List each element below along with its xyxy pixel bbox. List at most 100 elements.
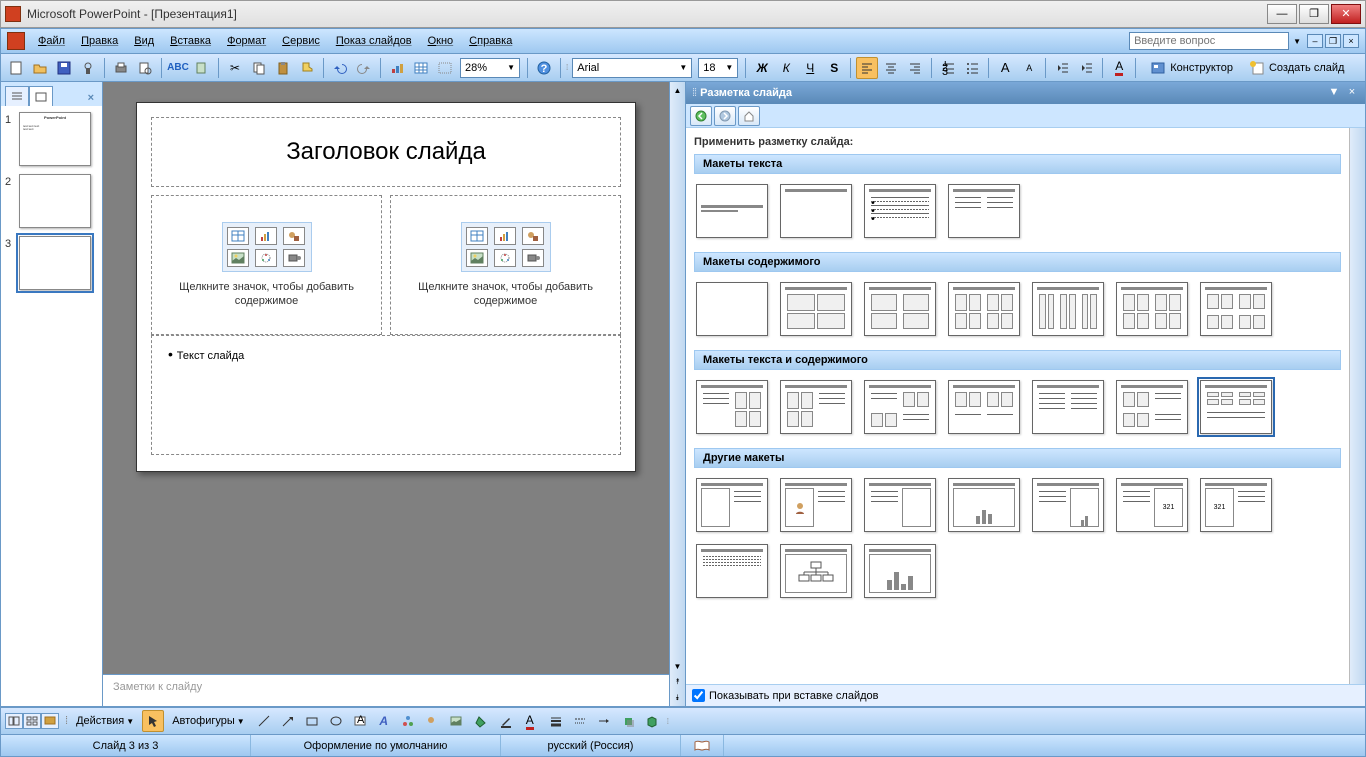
arrow-icon[interactable] (277, 710, 299, 732)
next-slide-icon[interactable]: ⯯ (670, 690, 685, 706)
decrease-font-icon[interactable]: A (1018, 57, 1040, 79)
layout-item[interactable] (948, 478, 1020, 532)
layout-item[interactable] (1116, 282, 1188, 336)
increase-font-icon[interactable]: A (994, 57, 1016, 79)
nav-back-icon[interactable] (690, 106, 712, 126)
arrow-style-icon[interactable] (593, 710, 615, 732)
menu-window[interactable]: Окно (421, 33, 461, 49)
layout-item[interactable] (780, 544, 852, 598)
new-slide-button[interactable]: Создать слайд (1242, 57, 1351, 79)
bold-icon[interactable]: Ж (751, 57, 773, 79)
insert-diagram-icon[interactable] (255, 249, 277, 267)
layout-item[interactable] (780, 184, 852, 238)
slide-thumbnail[interactable] (19, 174, 91, 228)
layout-item[interactable] (1116, 380, 1188, 434)
scroll-down-icon[interactable]: ▼ (670, 658, 685, 674)
dash-style-icon[interactable] (569, 710, 591, 732)
fill-color-icon[interactable] (471, 710, 493, 732)
menu-help[interactable]: Справка (462, 33, 519, 49)
close-button[interactable]: ✕ (1331, 4, 1361, 24)
insert-table-icon[interactable] (227, 227, 249, 245)
wordart-icon[interactable]: A (373, 710, 395, 732)
layout-item[interactable] (696, 380, 768, 434)
layout-item[interactable] (696, 478, 768, 532)
picture-icon[interactable] (445, 710, 467, 732)
increase-indent-icon[interactable] (1075, 57, 1097, 79)
open-file-icon[interactable] (29, 57, 51, 79)
select-arrow-icon[interactable] (142, 710, 164, 732)
align-left-icon[interactable] (856, 57, 878, 79)
autoshapes-menu[interactable]: Автофигуры ▼ (166, 713, 251, 729)
content-placeholder-left[interactable]: Щелкните значок, чтобы добавить содержим… (151, 195, 382, 335)
rectangle-icon[interactable] (301, 710, 323, 732)
grip-icon[interactable]: ⁞⁞ (692, 87, 696, 99)
line-style-icon[interactable] (545, 710, 567, 732)
text-placeholder[interactable]: • Текст слайда (151, 335, 621, 455)
spellcheck-icon[interactable]: ABC (167, 57, 189, 79)
current-slide[interactable]: Заголовок слайда Щелкните значок, чтобы … (136, 102, 636, 472)
copy-icon[interactable] (248, 57, 270, 79)
save-icon[interactable] (53, 57, 75, 79)
layout-item[interactable] (1200, 380, 1272, 434)
layout-item[interactable] (864, 478, 936, 532)
scroll-up-icon[interactable]: ▲ (670, 82, 685, 98)
status-book-icon[interactable] (681, 735, 724, 756)
minimize-button[interactable]: — (1267, 4, 1297, 24)
redo-icon[interactable] (353, 57, 375, 79)
align-center-icon[interactable] (880, 57, 902, 79)
font-color-draw-icon[interactable]: A (519, 710, 541, 732)
zoom-combo[interactable]: 28%▼ (460, 58, 520, 78)
insert-chart-icon[interactable] (494, 227, 516, 245)
underline-icon[interactable]: Ч (799, 57, 821, 79)
layout-item[interactable] (864, 544, 936, 598)
menu-tools[interactable]: Сервис (275, 33, 327, 49)
panel-close-icon[interactable]: × (84, 90, 98, 106)
mdi-minimize-button[interactable]: – (1307, 34, 1323, 48)
layout-item[interactable] (696, 544, 768, 598)
nav-home-icon[interactable] (738, 106, 760, 126)
sorter-view-icon[interactable] (23, 713, 41, 729)
permission-icon[interactable] (77, 57, 99, 79)
format-painter-icon[interactable] (296, 57, 318, 79)
prev-slide-icon[interactable]: ⯭ (670, 674, 685, 690)
tables-borders-icon[interactable] (434, 57, 456, 79)
mdi-restore-button[interactable]: ❐ (1325, 34, 1341, 48)
research-icon[interactable] (191, 57, 213, 79)
table-icon[interactable] (410, 57, 432, 79)
layout-item[interactable] (780, 478, 852, 532)
insert-picture-icon[interactable] (227, 249, 249, 267)
insert-media-icon[interactable] (283, 249, 305, 267)
decrease-indent-icon[interactable] (1051, 57, 1073, 79)
layout-item[interactable] (948, 184, 1020, 238)
menu-edit[interactable]: Правка (74, 33, 125, 49)
help-search-input[interactable] (1129, 32, 1289, 50)
layout-item[interactable] (780, 282, 852, 336)
layout-item[interactable] (948, 380, 1020, 434)
new-file-icon[interactable] (5, 57, 27, 79)
menu-file[interactable]: Файл (31, 33, 72, 49)
layout-item[interactable]: 321 (1200, 478, 1272, 532)
layout-item[interactable] (696, 282, 768, 336)
print-preview-icon[interactable] (134, 57, 156, 79)
layout-item[interactable] (696, 184, 768, 238)
mdi-close-button[interactable]: × (1343, 34, 1359, 48)
nav-forward-icon[interactable] (714, 106, 736, 126)
status-language[interactable]: русский (Россия) (501, 735, 681, 756)
clipart-icon[interactable] (421, 710, 443, 732)
layout-item[interactable] (1032, 478, 1104, 532)
taskpane-scrollbar[interactable] (1349, 128, 1365, 684)
align-right-icon[interactable] (904, 57, 926, 79)
menu-format[interactable]: Формат (220, 33, 273, 49)
numbered-list-icon[interactable]: 123 (937, 57, 959, 79)
insert-picture-icon[interactable] (466, 249, 488, 267)
bullet-list-icon[interactable] (961, 57, 983, 79)
cut-icon[interactable]: ✂ (224, 57, 246, 79)
3d-style-icon[interactable] (641, 710, 663, 732)
shadow-icon[interactable]: S (823, 57, 845, 79)
content-placeholder-right[interactable]: Щелкните значок, чтобы добавить содержим… (390, 195, 621, 335)
font-size-combo[interactable]: 18▼ (698, 58, 738, 78)
font-name-combo[interactable]: Arial▼ (572, 58, 692, 78)
line-color-icon[interactable] (495, 710, 517, 732)
insert-chart-icon[interactable] (255, 227, 277, 245)
outline-tab[interactable] (5, 86, 29, 106)
